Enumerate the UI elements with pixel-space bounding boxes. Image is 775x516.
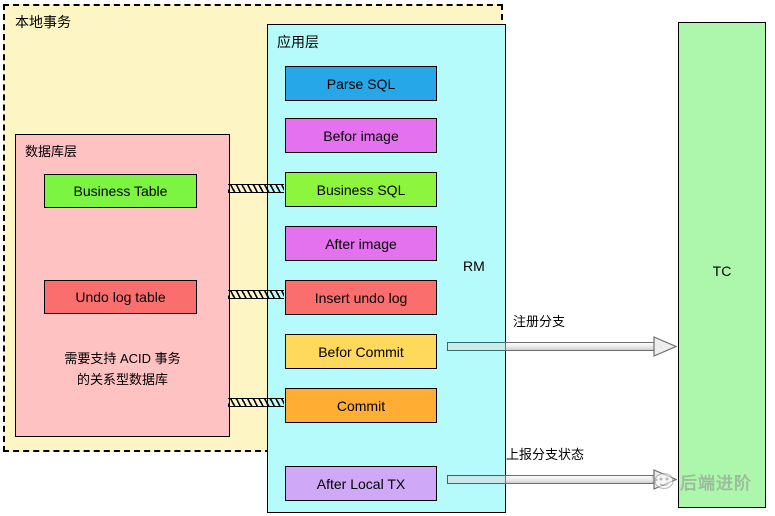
connector-undo-log-table-to-insert-undo-log [228,290,284,299]
node-parse-sql-label: Parse SQL [326,75,396,92]
application-layer-title: 应用层 [277,34,319,50]
local-transaction-title: 本地事务 [15,14,71,30]
edge-label-register-branch: 注册分支 [513,314,566,329]
node-business-sql[interactable]: Business SQL [285,172,437,207]
node-business-sql-label: Business SQL [316,181,406,198]
database-layer-note: 需要支持 ACID 事务 的关系型数据库 [16,348,229,390]
node-before-commit-label: Befor Commit [318,343,404,360]
penguin-logo-icon [650,470,676,497]
watermark-text: 后端进阶 [680,474,752,493]
database-layer-container: 数据库层 Business Table Undo log table 需要支持 … [15,134,230,437]
connector-database-layer-to-commit [228,398,284,407]
node-after-local-tx-label: After Local TX [316,475,406,492]
edge-report-branch-status-line [505,475,657,484]
node-before-image[interactable]: Befor image [285,118,437,153]
node-insert-undo-log[interactable]: Insert undo log [285,280,437,315]
database-layer-note-line2: 的关系型数据库 [76,372,168,387]
watermark: 后端进阶 [650,470,752,497]
node-business-table[interactable]: Business Table [44,174,197,208]
node-insert-undo-log-label: Insert undo log [314,289,408,306]
node-after-image[interactable]: After image [285,226,437,261]
database-layer-title: 数据库层 [25,144,78,159]
transaction-coordinator-container: TC [678,22,766,508]
edge-register-branch-line [505,342,657,351]
connector-business-table-to-business-sql [228,184,284,193]
edge-report-branch-status-stub [447,475,507,484]
node-before-commit[interactable]: Befor Commit [285,334,437,369]
database-layer-note-line1: 需要支持 ACID 事务 [64,351,181,366]
node-commit[interactable]: Commit [285,388,437,423]
edge-label-report-branch-status: 上报分支状态 [506,447,585,462]
node-business-table-label: Business Table [73,183,168,199]
node-after-image-label: After image [325,235,397,252]
transaction-coordinator-label: TC [712,263,732,279]
node-undo-log-table-label: Undo log table [75,289,166,305]
node-commit-label: Commit [336,397,386,414]
rm-label: RM [463,258,485,274]
node-parse-sql[interactable]: Parse SQL [285,66,437,101]
node-undo-log-table[interactable]: Undo log table [44,280,197,314]
node-before-image-label: Befor image [323,127,399,144]
edge-register-branch-stub [447,342,507,351]
diagram-canvas: 本地事务 数据库层 Business Table Undo log table … [0,0,775,516]
node-after-local-tx[interactable]: After Local TX [285,466,437,501]
